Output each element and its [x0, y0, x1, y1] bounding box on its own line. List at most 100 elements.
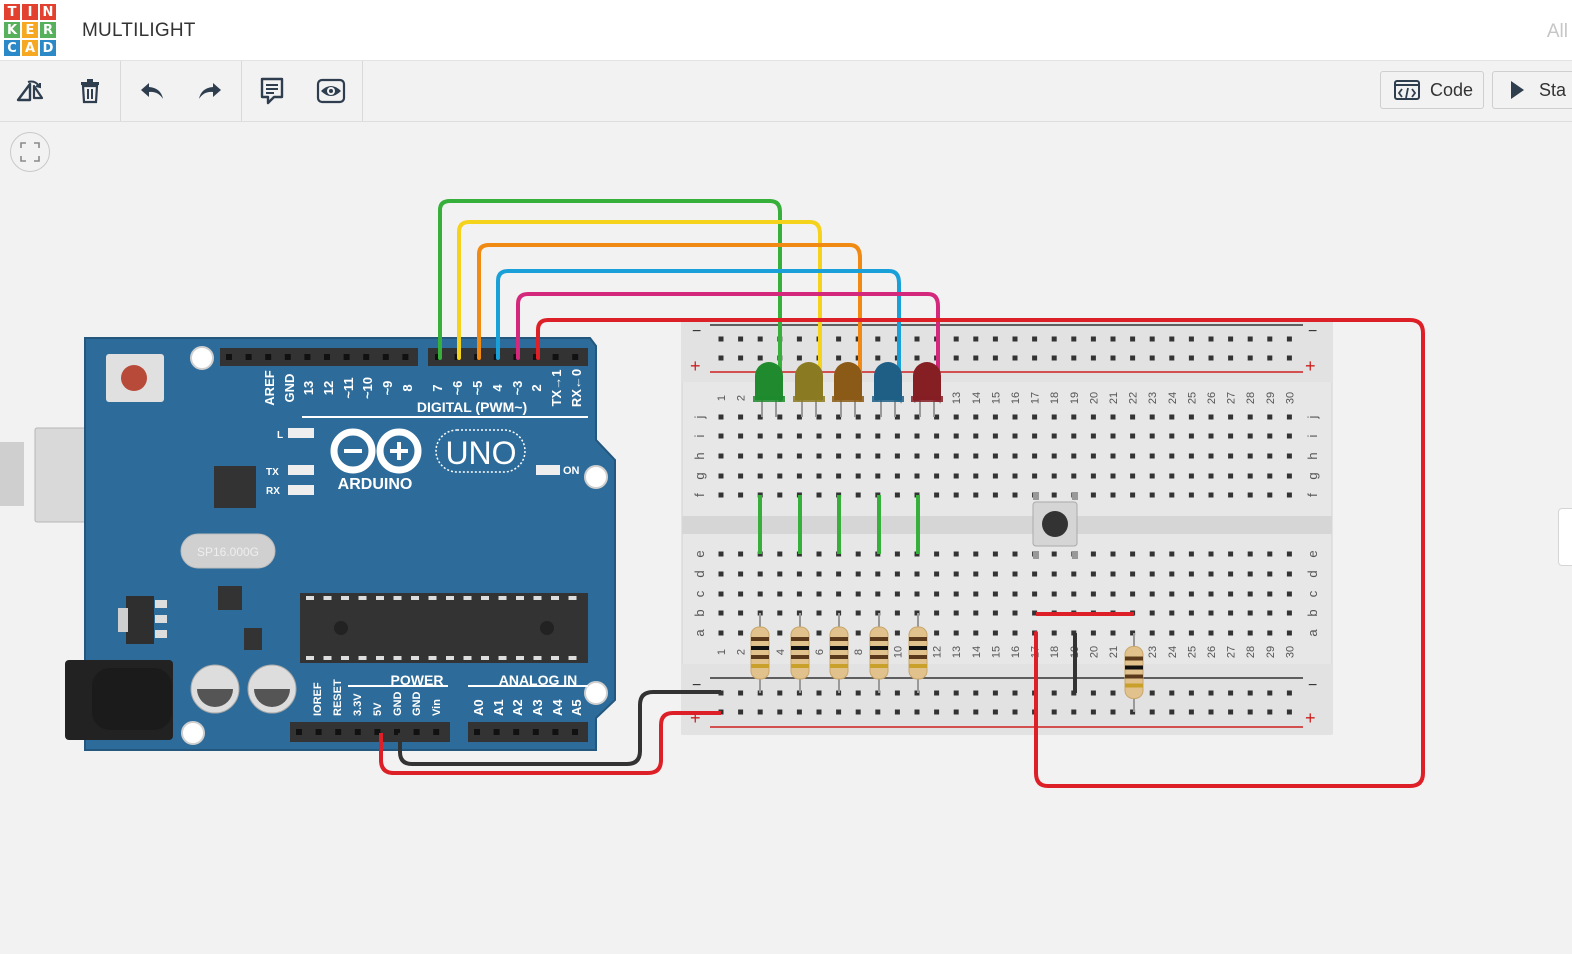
led-blue[interactable] — [874, 362, 902, 400]
breadboard-hole[interactable] — [1130, 591, 1136, 597]
header-pin[interactable] — [413, 729, 420, 735]
breadboard-hole[interactable] — [1012, 433, 1018, 439]
breadboard-hole[interactable] — [1267, 473, 1273, 479]
header-pin[interactable] — [324, 354, 330, 360]
breadboard-hole[interactable] — [1188, 473, 1194, 479]
breadboard-hole[interactable] — [914, 591, 920, 597]
rail-hole[interactable] — [894, 690, 900, 696]
breadboard-hole[interactable] — [1208, 610, 1214, 616]
breadboard-hole[interactable] — [1267, 591, 1273, 597]
notes-button[interactable] — [256, 75, 288, 107]
breadboard-hole[interactable] — [1169, 551, 1175, 557]
breadboard-hole[interactable] — [1247, 492, 1253, 498]
breadboard-hole[interactable] — [777, 630, 783, 636]
breadboard-hole[interactable] — [1110, 591, 1116, 597]
breadboard-hole[interactable] — [875, 571, 881, 577]
breadboard-hole[interactable] — [992, 591, 998, 597]
breadboard-hole[interactable] — [836, 591, 842, 597]
breadboard-hole[interactable] — [1267, 492, 1273, 498]
breadboard-hole[interactable] — [934, 492, 940, 498]
header-pin[interactable] — [402, 354, 409, 360]
breadboard-hole[interactable] — [1169, 453, 1175, 459]
header-pin[interactable] — [335, 729, 342, 735]
breadboard-hole[interactable] — [1188, 630, 1194, 636]
rail-hole[interactable] — [1090, 355, 1096, 361]
header-pin[interactable] — [433, 729, 440, 735]
breadboard-hole[interactable] — [992, 492, 998, 498]
breadboard-hole[interactable] — [1208, 571, 1214, 577]
rail-hole[interactable] — [875, 709, 881, 715]
rail-hole[interactable] — [1228, 355, 1234, 361]
breadboard-hole[interactable] — [1228, 591, 1234, 597]
breadboard-hole[interactable] — [796, 433, 802, 439]
header-pin[interactable] — [296, 729, 302, 735]
rail-hole[interactable] — [1188, 690, 1194, 696]
breadboard-hole[interactable] — [1169, 433, 1175, 439]
breadboard-hole[interactable] — [953, 610, 959, 616]
breadboard-hole[interactable] — [1286, 453, 1292, 459]
breadboard-hole[interactable] — [973, 473, 979, 479]
breadboard-hole[interactable] — [1228, 433, 1234, 439]
header-pin[interactable] — [532, 729, 539, 735]
breadboard-hole[interactable] — [836, 473, 842, 479]
breadboard-hole[interactable] — [836, 453, 842, 459]
breadboard-hole[interactable] — [1169, 571, 1175, 577]
breadboard-hole[interactable] — [816, 591, 822, 597]
rail-hole[interactable] — [1012, 709, 1018, 715]
rail-hole[interactable] — [1130, 355, 1136, 361]
breadboard-hole[interactable] — [875, 453, 881, 459]
breadboard-hole[interactable] — [934, 571, 940, 577]
breadboard-hole[interactable] — [1012, 630, 1018, 636]
led-yellow[interactable] — [795, 362, 823, 400]
rail-hole[interactable] — [1247, 690, 1253, 696]
breadboard-hole[interactable] — [1267, 610, 1273, 616]
breadboard-hole[interactable] — [1032, 453, 1038, 459]
breadboard-hole[interactable] — [875, 591, 881, 597]
rail-hole[interactable] — [1110, 690, 1116, 696]
breadboard-hole[interactable] — [816, 473, 822, 479]
rail-hole[interactable] — [1267, 336, 1273, 342]
header-pin[interactable] — [226, 354, 232, 360]
breadboard-hole[interactable] — [855, 591, 861, 597]
rail-hole[interactable] — [875, 336, 881, 342]
breadboard-hole[interactable] — [796, 453, 802, 459]
breadboard-hole[interactable] — [1090, 551, 1096, 557]
breadboard-hole[interactable] — [738, 630, 744, 636]
breadboard-hole[interactable] — [1228, 630, 1234, 636]
breadboard-hole[interactable] — [1188, 433, 1194, 439]
rail-hole[interactable] — [738, 336, 744, 342]
rail-hole[interactable] — [1032, 355, 1038, 361]
breadboard-hole[interactable] — [1188, 453, 1194, 459]
rail-hole[interactable] — [1286, 690, 1292, 696]
breadboard-hole[interactable] — [1267, 630, 1273, 636]
breadboard-hole[interactable] — [718, 551, 724, 557]
breadboard-hole[interactable] — [1286, 571, 1292, 577]
breadboard-hole[interactable] — [1071, 453, 1077, 459]
breadboard-hole[interactable] — [1188, 492, 1194, 498]
breadboard-hole[interactable] — [1130, 433, 1136, 439]
led-green[interactable] — [755, 362, 783, 400]
breadboard-hole[interactable] — [855, 433, 861, 439]
resistor[interactable] — [1124, 646, 1144, 699]
rail-hole[interactable] — [1149, 355, 1155, 361]
header-pin[interactable] — [513, 729, 520, 735]
breadboard-hole[interactable] — [1169, 492, 1175, 498]
breadboard-hole[interactable] — [1286, 492, 1292, 498]
rail-hole[interactable] — [1130, 336, 1136, 342]
rail-hole[interactable] — [992, 355, 998, 361]
breadboard-hole[interactable] — [934, 630, 940, 636]
breadboard-hole[interactable] — [1208, 630, 1214, 636]
rail-hole[interactable] — [973, 355, 979, 361]
breadboard-hole[interactable] — [1247, 610, 1253, 616]
breadboard-hole[interactable] — [1090, 571, 1096, 577]
breadboard-hole[interactable] — [1149, 492, 1155, 498]
breadboard-hole[interactable] — [973, 610, 979, 616]
rail-hole[interactable] — [1228, 690, 1234, 696]
breadboard-hole[interactable] — [875, 473, 881, 479]
breadboard-hole[interactable] — [1247, 433, 1253, 439]
breadboard-hole[interactable] — [718, 610, 724, 616]
breadboard-hole[interactable] — [757, 473, 763, 479]
breadboard-hole[interactable] — [1110, 630, 1116, 636]
breadboard-hole[interactable] — [777, 473, 783, 479]
breadboard-hole[interactable] — [1286, 433, 1292, 439]
